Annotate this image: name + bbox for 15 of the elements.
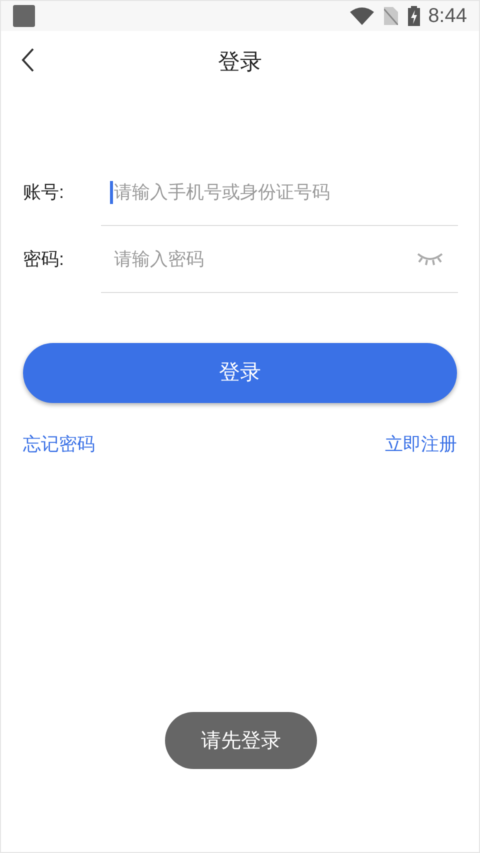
forgot-password-link[interactable]: 忘记密码 <box>23 431 95 458</box>
field-label: 密码: <box>23 248 66 271</box>
login-button[interactable]: 登录 <box>23 343 457 403</box>
field-label: 账号: <box>23 181 66 204</box>
no-sim-icon <box>384 7 398 25</box>
account-field[interactable]: 请输入手机号或身份证号码 <box>101 159 458 226</box>
page-title: 登录 <box>218 48 262 76</box>
register-link[interactable]: 立即注册 <box>385 431 457 458</box>
toast-message: 请先登录 <box>165 712 317 769</box>
battery-icon <box>408 6 420 26</box>
wifi-icon <box>350 7 374 25</box>
back-icon[interactable] <box>21 48 35 72</box>
password-field[interactable]: 请输入密码 <box>101 226 458 293</box>
clock-time: 8:44 <box>428 4 467 29</box>
notification-icon <box>13 5 35 27</box>
